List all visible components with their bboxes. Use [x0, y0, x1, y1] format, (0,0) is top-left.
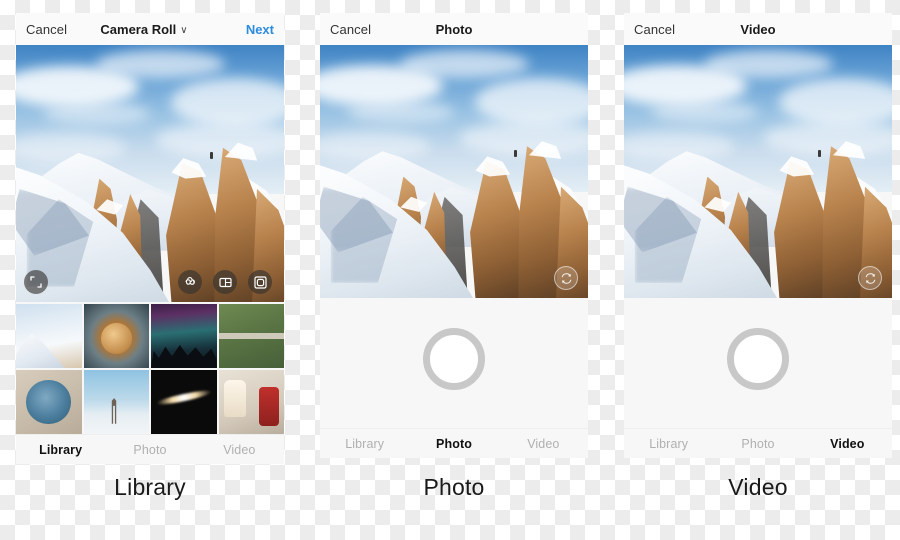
cancel-button[interactable]: Cancel [634, 22, 675, 37]
tabbar-photo: Library Photo Video [320, 428, 588, 458]
next-button[interactable]: Next [246, 22, 274, 37]
cancel-button[interactable]: Cancel [330, 22, 371, 37]
mountain-photo [16, 45, 284, 302]
tab-library[interactable]: Library [624, 437, 713, 451]
panel-video: Cancel Video Library Photo Video [624, 13, 892, 458]
cloud [475, 77, 588, 126]
tab-video[interactable]: Video [803, 437, 892, 451]
chevron-down-icon: ∨ [180, 24, 188, 36]
thumb-aurora[interactable] [151, 304, 217, 368]
caption-photo: Photo [423, 474, 485, 500]
cancel-button[interactable]: Cancel [26, 22, 67, 37]
boomerang-icon[interactable] [178, 270, 202, 294]
mountain-photo [624, 45, 892, 298]
shutter-button[interactable] [423, 328, 485, 390]
tabbar-library: Library Photo Video [16, 434, 284, 464]
navbar-library: Cancel Camera Roll ∨ Next [16, 13, 284, 45]
thumb-bridge-fog[interactable] [83, 370, 149, 434]
camera-controls-photo [320, 298, 588, 428]
tab-video[interactable]: Video [499, 437, 588, 451]
climber-figure [818, 149, 822, 157]
panel-library: Cancel Camera Roll ∨ Next Library Photo … [16, 13, 284, 464]
camera-viewfinder-photo[interactable] [320, 45, 588, 298]
camera-flip-icon[interactable] [554, 266, 578, 290]
thumb-aerial-path[interactable] [218, 304, 284, 368]
tab-video[interactable]: Video [195, 443, 284, 457]
record-button[interactable] [727, 328, 789, 390]
cloud [779, 77, 892, 126]
camera-controls-video [624, 298, 892, 428]
camera-viewfinder-video[interactable] [624, 45, 892, 298]
thumb-mountain[interactable] [16, 304, 82, 368]
tab-photo[interactable]: Photo [713, 437, 802, 451]
caption-library: Library [114, 474, 186, 500]
thumb-salad-bowl[interactable] [16, 370, 82, 434]
photo-preview-library[interactable] [16, 45, 284, 302]
cloud [42, 101, 150, 125]
tab-library[interactable]: Library [320, 437, 409, 451]
screenshot-stage: Cancel Camera Roll ∨ Next Library Photo … [0, 0, 900, 540]
navbar-video: Cancel Video [624, 13, 892, 45]
multi-select-icon[interactable] [248, 270, 272, 294]
panel-photo: Cancel Photo Library Photo Video [320, 13, 588, 458]
thumbnail-grid[interactable] [16, 302, 284, 434]
cloud [400, 50, 530, 78]
camera-flip-icon[interactable] [858, 266, 882, 290]
album-title: Camera Roll [100, 21, 177, 37]
climber-figure [514, 149, 518, 157]
expand-icon[interactable] [24, 270, 48, 294]
thumb-christmas[interactable] [218, 370, 284, 434]
climber-figure [210, 151, 214, 159]
tabbar-video: Library Photo Video [624, 428, 892, 458]
tab-photo[interactable]: Photo [105, 443, 194, 457]
mountain-photo [320, 45, 588, 298]
navbar-photo: Cancel Photo [320, 13, 588, 45]
caption-video: Video [728, 474, 788, 500]
tab-library[interactable]: Library [16, 443, 105, 457]
cloud [704, 50, 834, 78]
thumb-light-trail[interactable] [151, 370, 217, 434]
layout-icon[interactable] [213, 270, 237, 294]
thumb-food-plate[interactable] [83, 304, 149, 368]
tab-photo[interactable]: Photo [409, 437, 498, 451]
